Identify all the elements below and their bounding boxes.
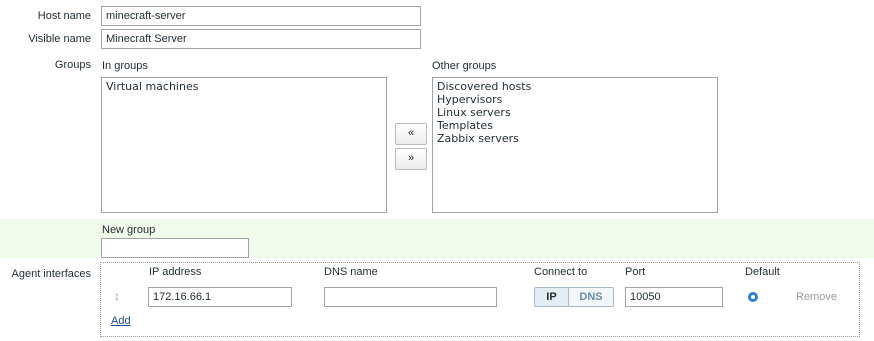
connect-to-header: Connect to: [534, 266, 588, 278]
port-input[interactable]: 10050: [625, 287, 723, 307]
host-name-label: Host name: [37, 10, 91, 22]
list-item[interactable]: Templates: [437, 119, 713, 132]
groups-label: Groups: [54, 59, 91, 71]
add-interface-link[interactable]: Add: [111, 315, 131, 327]
list-item[interactable]: Discovered hosts: [437, 80, 713, 93]
default-header: Default: [745, 266, 780, 278]
visible-name-label: Visible name: [28, 33, 91, 45]
dns-name-input[interactable]: [324, 287, 497, 307]
port-header: Port: [625, 266, 646, 278]
host-name-input[interactable]: minecraft-server: [101, 6, 421, 26]
move-left-button[interactable]: «: [395, 123, 427, 145]
default-radio[interactable]: [748, 292, 758, 302]
drag-handle-icon[interactable]: ↕: [114, 289, 120, 303]
move-right-button[interactable]: »: [395, 148, 427, 170]
in-groups-label: In groups: [102, 60, 148, 72]
remove-link[interactable]: Remove: [796, 291, 837, 303]
new-group-label: New group: [102, 224, 156, 236]
connect-dns-button[interactable]: DNS: [569, 287, 614, 307]
ip-address-header: IP address: [149, 266, 202, 278]
other-groups-label: Other groups: [432, 60, 497, 72]
new-group-input[interactable]: [101, 238, 249, 258]
connect-ip-button[interactable]: IP: [534, 287, 569, 307]
list-item[interactable]: Hypervisors: [437, 93, 713, 106]
visible-name-input[interactable]: Minecraft Server: [101, 29, 421, 49]
agent-interfaces-label: Agent interfaces: [11, 268, 92, 280]
list-item[interactable]: Linux servers: [437, 106, 713, 119]
dns-name-header: DNS name: [324, 266, 378, 278]
list-item[interactable]: Zabbix servers: [437, 132, 713, 145]
in-groups-listbox[interactable]: Virtual machines: [101, 77, 387, 213]
list-item[interactable]: Virtual machines: [106, 80, 382, 93]
other-groups-listbox[interactable]: Discovered hosts Hypervisors Linux serve…: [432, 77, 718, 213]
ip-address-input[interactable]: 172.16.66.1: [148, 287, 292, 307]
